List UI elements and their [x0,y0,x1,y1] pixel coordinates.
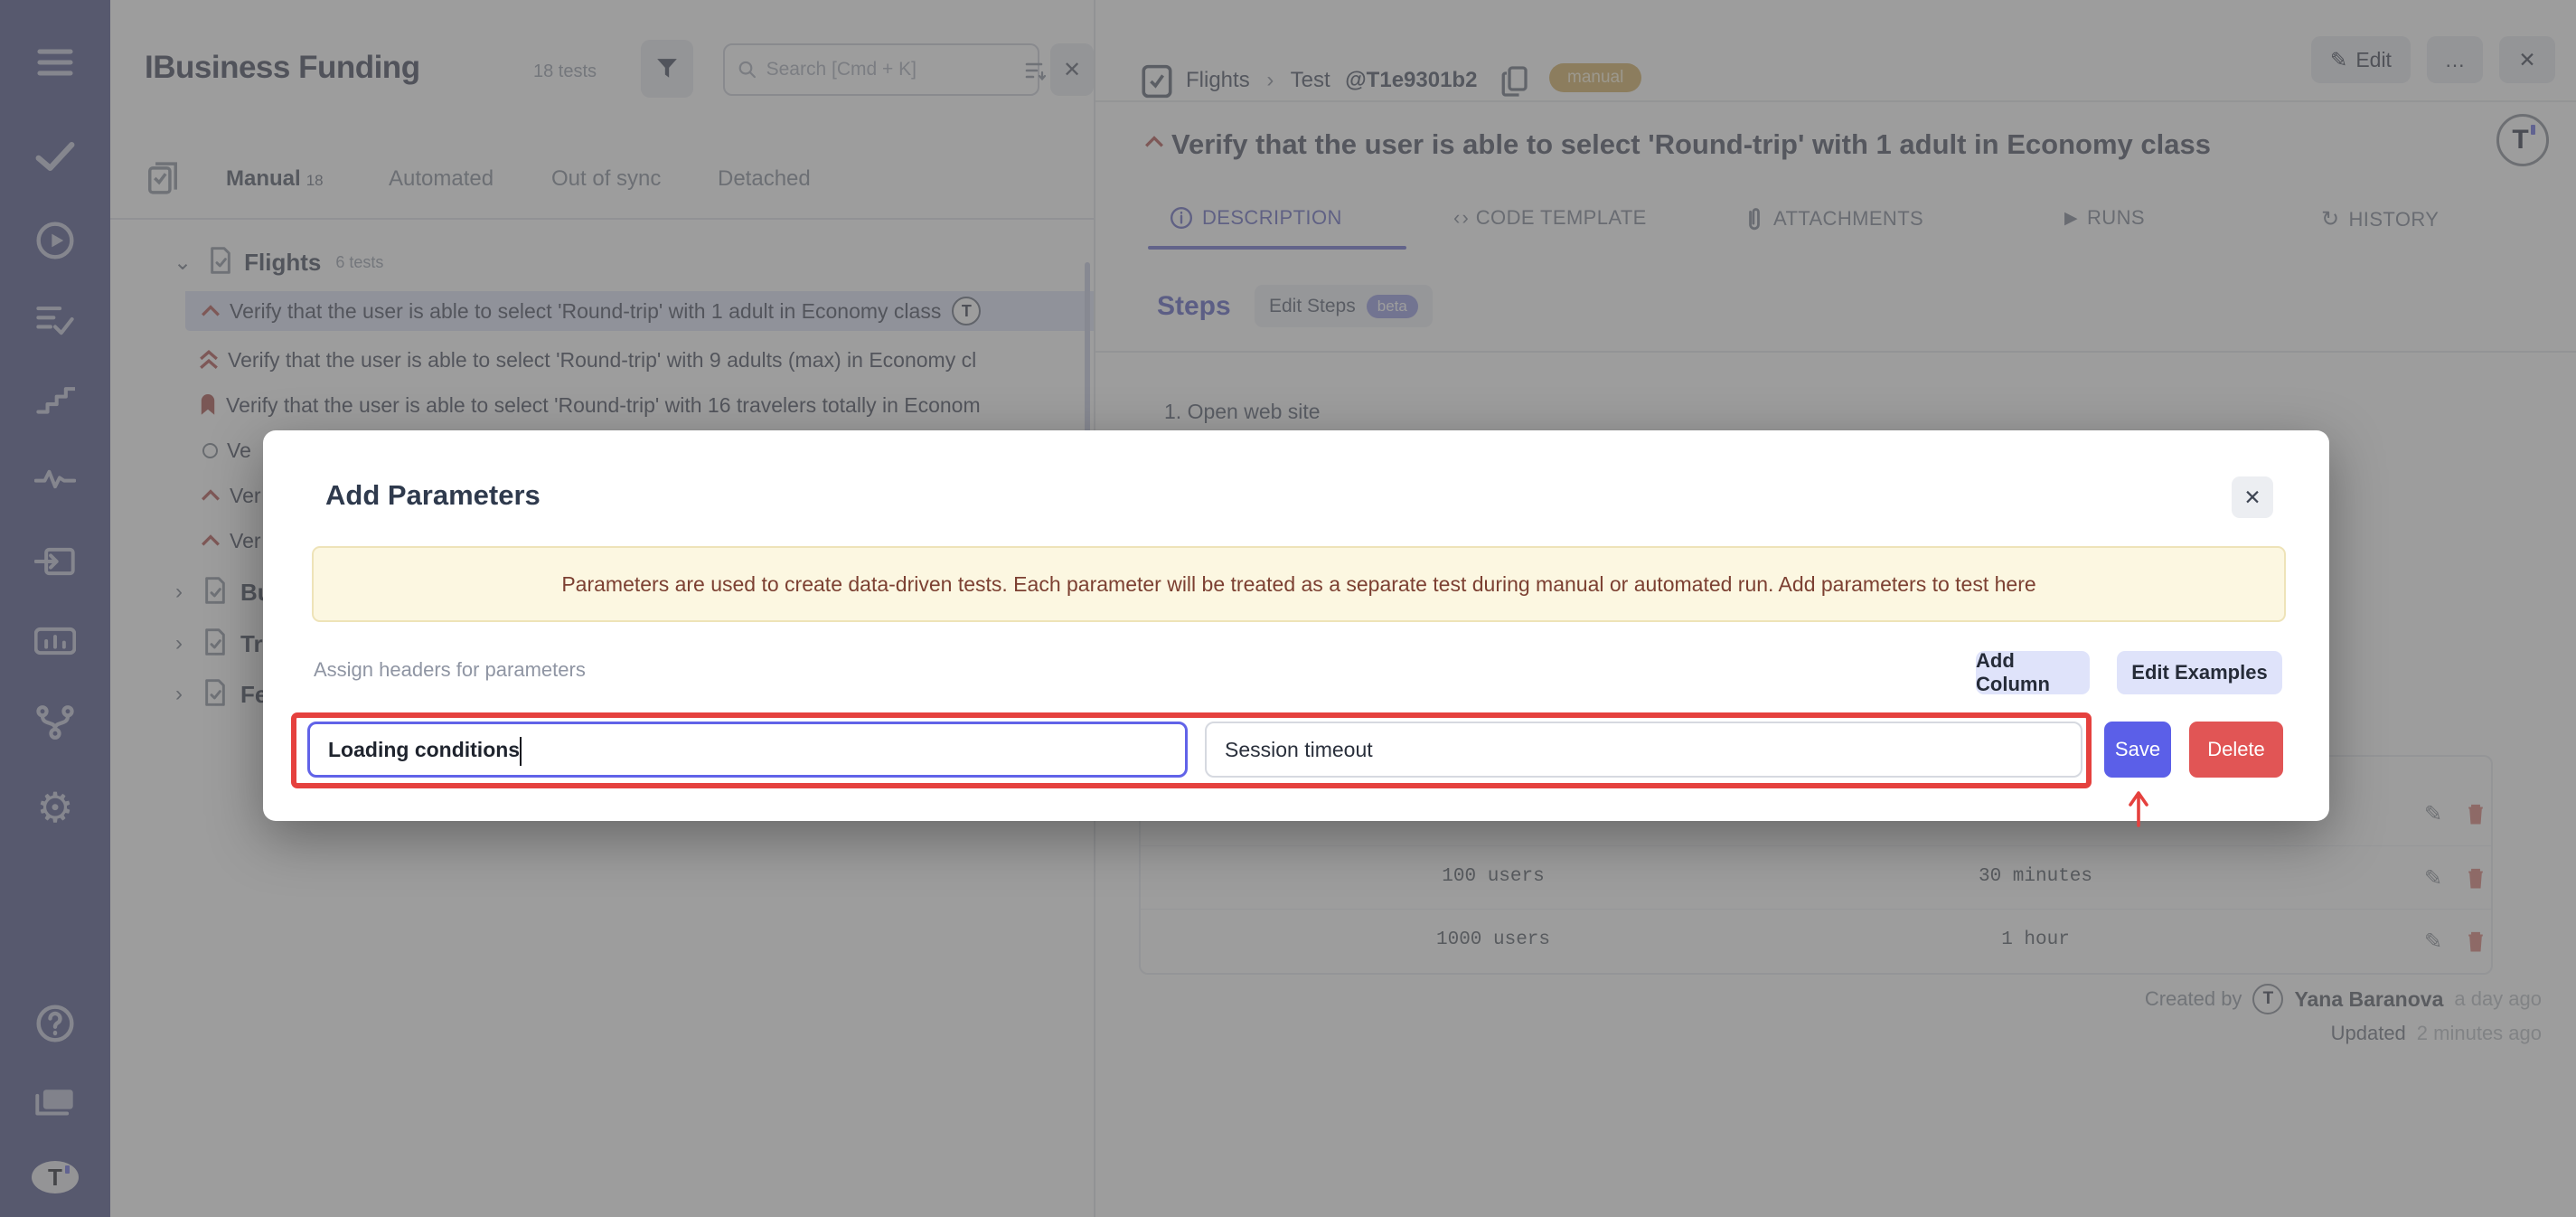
delete-button[interactable]: Delete [2189,722,2283,778]
save-button[interactable]: Save [2104,722,2171,778]
info-banner-text: Parameters are used to create data-drive… [561,572,2035,597]
annotation-highlight-rect [291,712,2092,788]
close-icon: ✕ [2243,486,2261,510]
annotation-arrow-icon [2126,790,2151,833]
edit-examples-button[interactable]: Edit Examples [2117,651,2282,694]
modal-close-button[interactable]: ✕ [2232,476,2273,518]
assign-headers-label: Assign headers for parameters [314,658,586,682]
add-column-button[interactable]: Add Column [1976,651,2090,694]
modal-title: Add Parameters [325,479,541,512]
app-root: ⚙ T IBusiness Funding 18 tests ✕ [0,0,2576,1217]
info-banner: Parameters are used to create data-drive… [312,546,2286,622]
